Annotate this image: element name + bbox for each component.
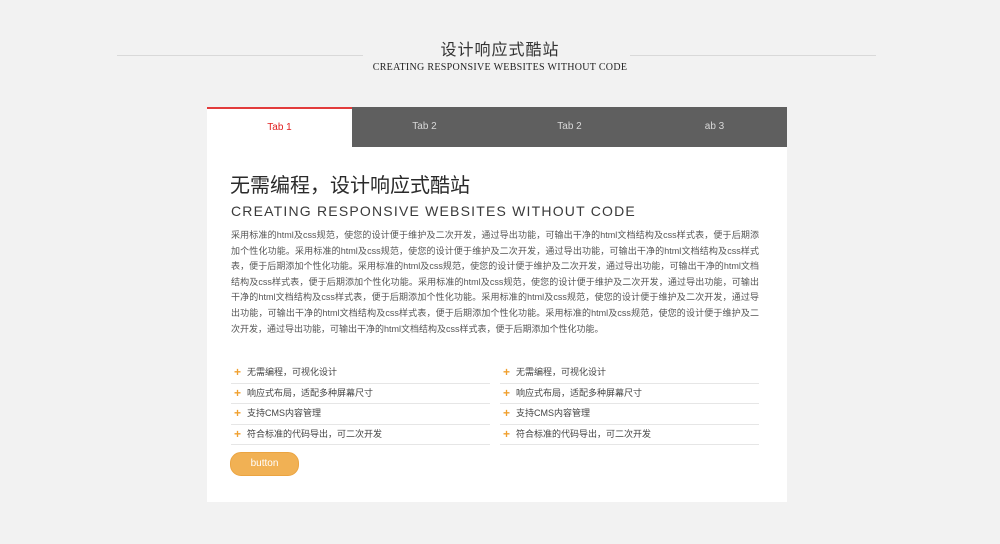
feature-label: 响应式布局，适配多种屏幕尺寸 (516, 387, 643, 398)
feature-label: 无需编程，可视化设计 (516, 367, 607, 377)
tab-2[interactable]: Tab 2 (352, 107, 497, 147)
plus-icon: + (234, 426, 242, 441)
feature-list: + 无需编程，可视化设计 + 响应式布局，适配多种屏幕尺寸 + 支持CMS内容管理 +… (231, 363, 759, 445)
plus-icon: + (503, 426, 511, 441)
feature-label: 无需编程，可视化设计 (247, 367, 338, 377)
feature-item: + 无需编程，可视化设计 (500, 363, 759, 384)
feature-label: 响应式布局，适配多种屏幕尺寸 (247, 387, 374, 398)
section-header: 设计响应式酷站 CREATING RESPONSIVE WEBSITES WIT… (0, 0, 1000, 100)
tab-panel: Tab 1 Tab 2 Tab 2 ab 3 无需编程，设计响应式酷站 CREA… (207, 107, 787, 502)
feature-item: + 符合标准的代码导出，可二次开发 (231, 425, 490, 445)
plus-icon: + (234, 406, 242, 420)
section-title: 设计响应式酷站 (440, 42, 560, 59)
tab-4[interactable]: ab 3 (642, 107, 787, 147)
plus-icon: + (503, 385, 511, 400)
feature-label: 符合标准的代码导出，可二次开发 (516, 428, 652, 439)
section-subtitle: CREATING RESPONSIVE WEBSITES WITHOUT COD… (372, 62, 628, 73)
content-subtitle: CREATING RESPONSIVE WEBSITES WITHOUT COD… (231, 203, 636, 219)
tab-3[interactable]: Tab 2 (497, 107, 642, 147)
feature-item: + 支持CMS内容管理 (231, 404, 490, 425)
plus-icon: + (503, 406, 511, 420)
plus-icon: + (503, 365, 511, 379)
feature-label: 支持CMS内容管理 (247, 408, 321, 418)
feature-column-right: + 无需编程，可视化设计 + 响应式布局，适配多种屏幕尺寸 + 支持CMS内容管理 +… (500, 363, 759, 445)
tab-bar: Tab 1 Tab 2 Tab 2 ab 3 (207, 107, 787, 147)
content-body: 采用标准的html及css规范，使您的设计便于维护及二次开发，通过导出功能，可输… (231, 230, 759, 334)
feature-label: 支持CMS内容管理 (516, 408, 590, 418)
tab-1[interactable]: Tab 1 (207, 107, 352, 147)
content-title: 无需编程，设计响应式酷站 (230, 175, 470, 197)
plus-icon: + (234, 365, 242, 379)
feature-column-left: + 无需编程，可视化设计 + 响应式布局，适配多种屏幕尺寸 + 支持CMS内容管理 +… (231, 363, 490, 445)
tab-content: 无需编程，设计响应式酷站 CREATING RESPONSIVE WEBSITE… (207, 147, 787, 502)
feature-label: 符合标准的代码导出，可二次开发 (247, 428, 383, 439)
feature-item: + 支持CMS内容管理 (500, 404, 759, 425)
plus-icon: + (234, 385, 242, 400)
feature-item: + 无需编程，可视化设计 (231, 363, 490, 384)
action-button[interactable]: button (230, 452, 299, 476)
feature-item: + 符合标准的代码导出，可二次开发 (500, 425, 759, 445)
feature-item: + 响应式布局，适配多种屏幕尺寸 (231, 384, 490, 404)
feature-item: + 响应式布局，适配多种屏幕尺寸 (500, 384, 759, 404)
